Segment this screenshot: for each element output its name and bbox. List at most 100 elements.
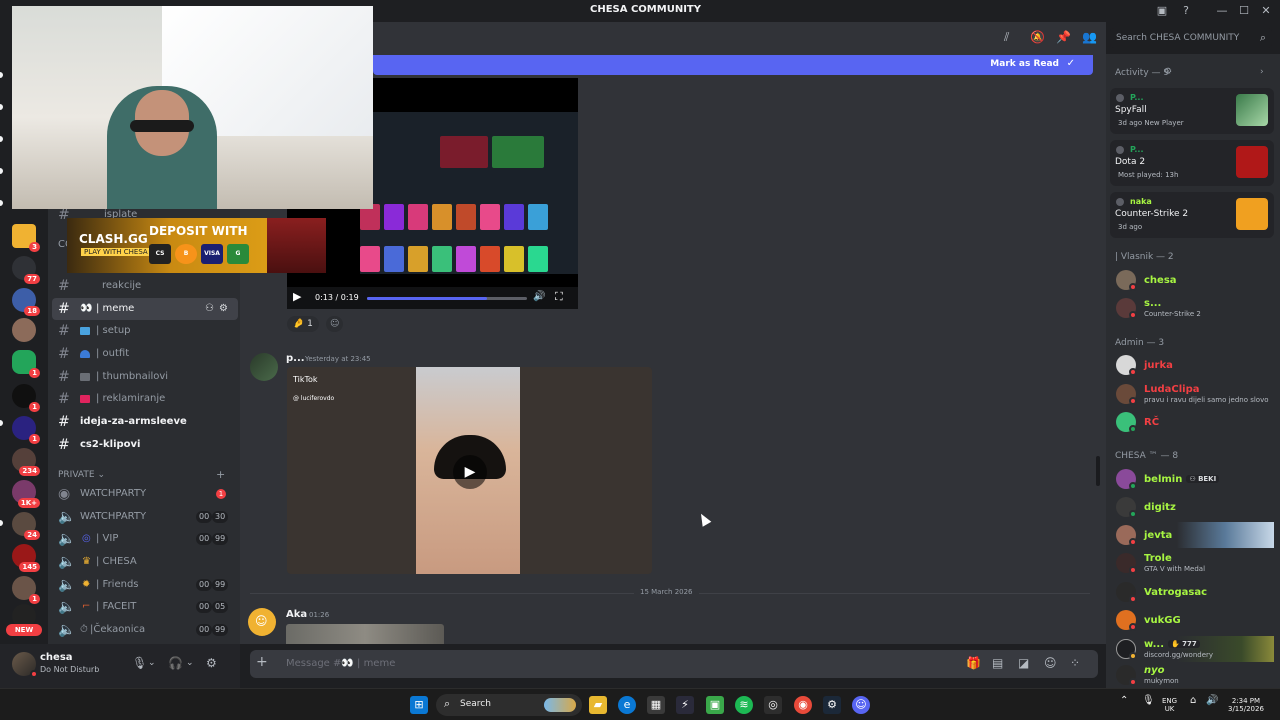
gear-icon[interactable]: ⚙ (219, 298, 228, 320)
microphone-icon[interactable]: 🎙 (132, 656, 147, 670)
language-indicator[interactable]: ENG UK (1162, 697, 1177, 713)
volume-icon[interactable]: 🔊 (1206, 696, 1218, 706)
message-input[interactable]: Message #👀 | meme (286, 658, 395, 669)
play-icon[interactable]: ▶ (293, 290, 301, 303)
mute-icon[interactable]: 🔕 (1030, 30, 1045, 44)
add-attachment-icon[interactable]: + (256, 654, 268, 670)
clock[interactable]: 2:34 PM 3/15/2026 (1228, 697, 1264, 713)
fullscreen-icon[interactable]: ⛶ (555, 290, 563, 304)
chrome-icon[interactable]: ◉ (794, 696, 812, 714)
member-list-icon[interactable]: 👥 (1082, 30, 1097, 44)
emoji-icon[interactable]: ☺ (1044, 656, 1057, 670)
search-input[interactable]: Search CHESA COMMUNITY ⌕ (1110, 28, 1272, 48)
channel-reklamiranje[interactable]: # | reklamiranje (52, 388, 238, 410)
message-author[interactable]: Aka (286, 609, 307, 620)
voice-channel-friends[interactable]: 🔈 ✹ | Friends 00 99 (52, 574, 238, 596)
member-item[interactable]: nyo mukymon (1112, 662, 1274, 686)
inbox-icon[interactable]: ▣ (1154, 3, 1170, 19)
apps-icon[interactable]: ⁘ (1070, 656, 1080, 670)
threads-icon[interactable]: ⫽ (1004, 30, 1009, 45)
network-icon[interactable]: ⌂ (1190, 696, 1196, 706)
member-item[interactable]: belmin ⚇ BEKI (1112, 466, 1274, 492)
chevron-right-icon[interactable]: › (1260, 67, 1264, 77)
server-icon[interactable]: 1 (12, 350, 40, 378)
gift-icon[interactable]: 🎁 (966, 656, 981, 670)
activity-card[interactable]: P... Dota 2 Most played: 13h (1110, 140, 1274, 186)
volume-icon[interactable]: 🔊 (533, 291, 545, 302)
member-item[interactable]: s... Counter-Strike 2 (1112, 295, 1274, 321)
server-icon[interactable]: 3 (12, 224, 40, 252)
message-author[interactable]: p... (286, 353, 305, 364)
voice-channel-watchparty-2[interactable]: 🔈 WATCHPARTY 00 30 (52, 506, 238, 528)
sticker-icon[interactable]: ◪ (1018, 656, 1029, 670)
headphones-icon[interactable]: 🎧 (168, 656, 183, 670)
add-channel-icon[interactable]: + (216, 468, 225, 481)
file-explorer-icon[interactable]: ▰ (589, 696, 607, 714)
obs-icon[interactable]: ◎ (764, 696, 782, 714)
member-item[interactable]: w... ✋ 777 discord.gg/wondery (1112, 636, 1274, 662)
chevron-down-icon[interactable]: ⌄ (148, 658, 156, 668)
avatar[interactable] (250, 353, 278, 381)
message-composer[interactable]: + Message #👀 | meme 🎁 ▤ ◪ ☺ ⁘ (250, 650, 1098, 678)
new-badge[interactable]: NEW (6, 624, 42, 636)
member-item[interactable]: vukGG (1112, 607, 1274, 633)
activity-card[interactable]: naka Counter-Strike 2 3d ago (1110, 192, 1274, 238)
member-item[interactable]: Vatrogasac (1112, 579, 1274, 605)
pin-icon[interactable]: 📌 (1056, 30, 1071, 44)
close-icon[interactable]: ✕ (1258, 3, 1274, 19)
activity-card[interactable]: P... SpyFall 3d ago New Player (1110, 88, 1274, 134)
category-private[interactable]: PRIVATE ⌄ (58, 470, 105, 480)
add-member-icon[interactable]: ⚇ (205, 298, 214, 320)
tray-mic-icon[interactable]: 🎙 (1142, 696, 1155, 706)
voice-channel-watchparty[interactable]: ◉ WATCHPARTY 1 (52, 483, 238, 505)
mark-as-read-button[interactable]: Mark as Read (990, 59, 1059, 69)
tiktok-video[interactable]: TikTok @ luciferovdo ▶ (287, 367, 652, 574)
video-progress-bar[interactable] (367, 297, 527, 300)
gear-icon[interactable]: ⚙ (206, 656, 217, 670)
minimize-icon[interactable]: — (1214, 3, 1230, 19)
tray-chevron-icon[interactable]: ⌃ (1120, 696, 1128, 706)
username[interactable]: chesa (40, 652, 73, 663)
voice-channel-vip[interactable]: 🔈 ◎ | VIP 00 99 (52, 528, 238, 550)
windows-start-icon[interactable]: ⊞ (410, 696, 428, 714)
channel-cs2-klipovi[interactable]: # cs2-klipovi (52, 434, 238, 456)
maximize-icon[interactable]: ☐ (1236, 3, 1252, 19)
play-button[interactable]: ▶ (453, 455, 487, 489)
server-icon[interactable]: 234 (12, 448, 40, 476)
server-icon[interactable]: 1 (12, 576, 40, 604)
member-item[interactable]: LudaClipa pravu i ravu dijeli samo jedno … (1112, 381, 1274, 407)
gear-icon[interactable]: ⚙ (1164, 67, 1172, 77)
minecraft-icon[interactable]: ▣ (706, 696, 724, 714)
chevron-down-icon[interactable]: ⌄ (186, 658, 194, 668)
server-icon[interactable]: 1 (12, 384, 40, 412)
server-icon[interactable]: 1K+ (12, 480, 40, 508)
member-item[interactable]: RČ (1112, 409, 1274, 435)
channel-reakcije[interactable]: # reakcije (52, 275, 238, 297)
discord-icon[interactable]: ☺ (852, 696, 870, 714)
voice-channel-chesa[interactable]: 🔈 ♛ | CHESA (52, 551, 238, 573)
member-item[interactable]: jevta (1112, 522, 1274, 548)
member-item[interactable]: jurka (1112, 352, 1274, 378)
server-icon[interactable]: 77 (12, 256, 40, 284)
server-icon[interactable]: 24 (12, 512, 40, 540)
server-icon[interactable]: 18 (12, 288, 40, 316)
taskbar-search[interactable]: ⌕ Search (436, 694, 582, 716)
help-icon[interactable]: ? (1178, 3, 1194, 19)
channel-ideja-za-armsleeve[interactable]: # ideja-za-armsleeve (52, 411, 238, 433)
new-messages-bar[interactable]: Mark as Read ✓ (373, 55, 1093, 75)
server-icon[interactable]: 1 (12, 416, 40, 444)
scrollbar[interactable] (1096, 456, 1100, 486)
server-icon[interactable]: 145 (12, 544, 40, 572)
avatar[interactable]: ☺ (248, 608, 276, 636)
voice-channel-faceit[interactable]: 🔈 ⌐ | FACEIT 00 05 (52, 596, 238, 618)
spotify-icon[interactable]: ≋ (735, 696, 753, 714)
voice-channel-cekaonica[interactable]: 🔈 ⏱ |Čekaonica 00 99 (52, 619, 238, 641)
image-attachment[interactable] (286, 624, 444, 644)
steam-icon[interactable]: ⚙ (823, 696, 841, 714)
channel-meme[interactable]: # 👀 | meme ⚇ ⚙ (52, 298, 238, 320)
store-icon[interactable]: ▦ (647, 696, 665, 714)
member-item[interactable]: chesa (1112, 267, 1274, 293)
edge-icon[interactable]: e (618, 696, 636, 714)
app-icon[interactable]: ⚡ (676, 696, 694, 714)
server-icon[interactable] (12, 318, 36, 342)
